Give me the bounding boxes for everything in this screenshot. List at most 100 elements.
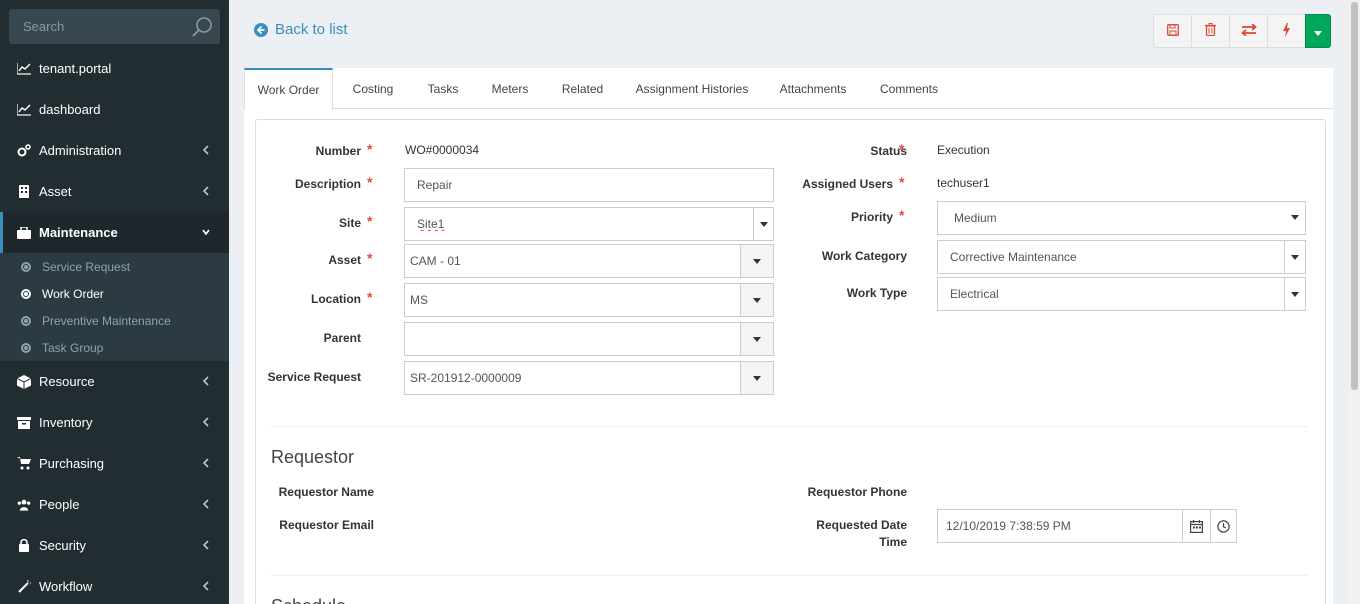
line-chart-icon — [17, 62, 31, 76]
sidebar-item-resource[interactable]: Resource — [0, 361, 229, 402]
description-label: Description — [294, 177, 361, 191]
required-marker: * — [899, 174, 905, 190]
description-field[interactable]: Repair — [404, 168, 774, 202]
requestor-name-label: Requestor Name — [278, 485, 374, 499]
caret-down-icon — [1291, 215, 1299, 220]
sidebar-item-administration[interactable]: Administration — [0, 130, 229, 171]
section-divider — [271, 426, 1307, 427]
location-combobox[interactable]: MS — [404, 283, 774, 317]
parent-combobox[interactable] — [404, 322, 774, 356]
sidebar-item-security[interactable]: Security — [0, 525, 229, 566]
requestor-section-title: Requestor — [271, 447, 355, 467]
page-scrollbar[interactable] — [1349, 0, 1360, 604]
scrollbar-thumb[interactable] — [1351, 2, 1358, 390]
description-value: Repair — [417, 178, 453, 192]
chevron-left-icon — [201, 539, 211, 551]
caret-down-icon — [1284, 278, 1305, 310]
search-input[interactable] — [9, 9, 189, 44]
lock-icon — [17, 539, 31, 553]
service-request-combobox[interactable]: SR-201912-0000009 — [404, 361, 774, 395]
sidebar-search — [9, 9, 220, 44]
back-to-list-link[interactable]: Back to list — [254, 21, 348, 38]
cogs-icon — [17, 143, 31, 158]
sidebar-item-asset[interactable]: Asset — [0, 171, 229, 212]
tab-assignment-histories[interactable]: Assignment Histories — [626, 68, 758, 109]
requested-datetime-field[interactable]: 12/10/2019 7:38:59 PM — [937, 509, 1237, 543]
work-category-select[interactable]: Corrective Maintenance — [937, 240, 1306, 274]
priority-value: Medium — [954, 211, 997, 225]
sidebar-item-label: Purchasing — [39, 456, 105, 471]
tab-meters[interactable]: Meters — [480, 68, 540, 109]
tab-bar: Work Order Costing Tasks Meters Related … — [244, 68, 1333, 110]
chevron-left-icon — [201, 498, 211, 510]
sidebar-item-purchasing[interactable]: Purchasing — [0, 443, 229, 484]
required-marker: * — [367, 141, 373, 157]
requestor-email-label: Requestor Email — [279, 518, 374, 532]
caret-down-icon[interactable] — [740, 362, 773, 394]
sidebar-item-workflow[interactable]: Workflow — [0, 566, 229, 604]
search-icon[interactable] — [192, 16, 214, 38]
sidebar-item-label: Resource — [39, 374, 95, 389]
tab-tasks[interactable]: Tasks — [414, 68, 472, 109]
caret-down-icon[interactable] — [740, 323, 773, 355]
submenu-item-label: Preventive Maintenance — [42, 313, 171, 328]
location-label: Location — [311, 292, 361, 306]
asset-value: CAM - 01 — [410, 254, 461, 268]
chevron-left-icon — [201, 185, 211, 197]
toolbar — [1153, 14, 1331, 48]
submenu-item-preventive-maintenance[interactable]: Preventive Maintenance — [0, 307, 229, 334]
tab-label: Costing — [352, 81, 394, 96]
site-select[interactable]: Site1 — [404, 207, 774, 241]
circle-dot-icon — [21, 261, 31, 272]
work-type-select[interactable]: Electrical — [937, 277, 1306, 311]
sidebar-item-label: dashboard — [39, 102, 101, 117]
submenu-item-work-order[interactable]: Work Order — [0, 280, 229, 307]
circle-dot-icon — [21, 315, 31, 326]
sidebar: tenant.portal dashboard Administration A… — [0, 0, 229, 604]
priority-select[interactable]: Medium — [937, 201, 1306, 235]
more-actions-dropdown-button[interactable] — [1305, 14, 1331, 48]
required-marker: * — [367, 174, 373, 190]
service-request-label: Service Request — [267, 370, 361, 384]
tab-label: Tasks — [427, 81, 459, 96]
caret-down-icon[interactable] — [740, 284, 773, 316]
tab-work-order[interactable]: Work Order — [244, 68, 333, 110]
requested-datetime-label-line2: Time — [879, 535, 907, 549]
tab-label: Assignment Histories — [635, 81, 749, 96]
submenu-item-task-group[interactable]: Task Group — [0, 334, 229, 361]
calendar-icon[interactable] — [1182, 510, 1210, 542]
sidebar-item-people[interactable]: People — [0, 484, 229, 525]
tab-attachments[interactable]: Attachments — [767, 68, 859, 109]
tab-costing[interactable]: Costing — [340, 68, 406, 109]
tab-label: Comments — [879, 81, 938, 96]
tab-comments[interactable]: Comments — [869, 68, 949, 109]
sidebar-item-dashboard[interactable]: dashboard — [0, 89, 229, 130]
clock-icon[interactable] — [1210, 510, 1236, 542]
save-button[interactable] — [1153, 14, 1192, 48]
chevron-down-icon — [201, 226, 211, 238]
sidebar-item-label: Administration — [39, 143, 122, 158]
trash-icon — [1205, 23, 1216, 39]
delete-button[interactable] — [1191, 14, 1230, 48]
section-divider — [271, 575, 1307, 576]
site-label: Site — [338, 216, 361, 230]
caret-down-icon[interactable] — [740, 245, 773, 277]
sidebar-item-tenant-portal[interactable]: tenant.portal — [0, 48, 229, 89]
asset-combobox[interactable]: CAM - 01 — [404, 244, 774, 278]
location-value: MS — [410, 293, 428, 307]
sidebar-item-maintenance[interactable]: Maintenance — [0, 212, 229, 253]
caret-down-icon — [1284, 241, 1305, 273]
wand-icon — [17, 580, 31, 594]
tab-related[interactable]: Related — [547, 68, 618, 109]
action-button[interactable] — [1267, 14, 1306, 48]
maintenance-submenu: Service Request Work Order Preventive Ma… — [0, 253, 229, 361]
asset-label: Asset — [328, 253, 361, 267]
work-category-label: Work Category — [821, 249, 907, 263]
submenu-item-service-request[interactable]: Service Request — [0, 253, 229, 280]
exchange-icon — [1240, 22, 1257, 39]
transfer-button[interactable] — [1229, 14, 1268, 48]
sidebar-item-inventory[interactable]: Inventory — [0, 402, 229, 443]
caret-down-icon — [1314, 24, 1322, 39]
tab-label: Work Order — [257, 83, 320, 97]
requested-datetime-value: 12/10/2019 7:38:59 PM — [946, 519, 1071, 533]
